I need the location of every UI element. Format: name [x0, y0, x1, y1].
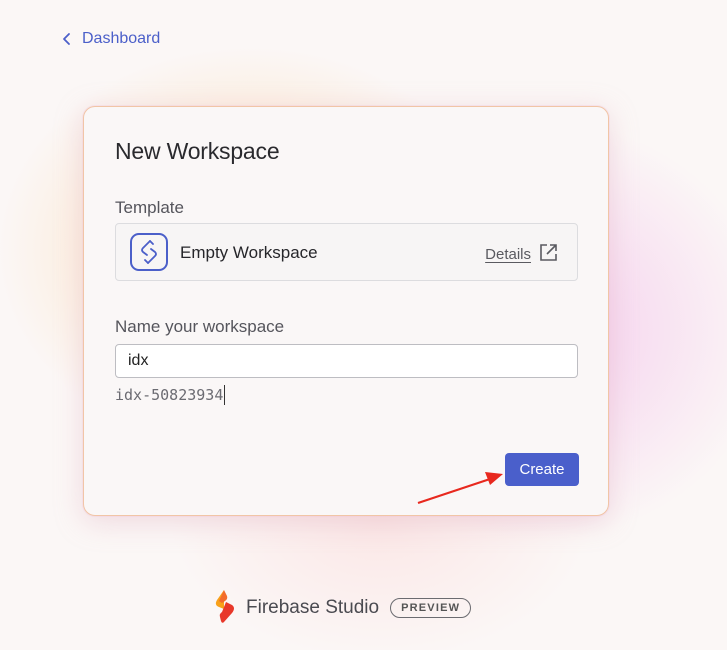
template-card: Empty Workspace Details: [115, 223, 578, 281]
details-link-label: Details: [485, 246, 531, 263]
workspace-name-input[interactable]: [115, 344, 578, 378]
chevron-left-icon: [62, 32, 72, 46]
workspace-id-value: idx-50823934: [115, 386, 224, 404]
details-link[interactable]: Details: [485, 243, 558, 266]
dialog-title: New Workspace: [115, 138, 280, 164]
external-link-icon: [539, 243, 558, 266]
footer-brand-name: Firebase Studio: [246, 597, 380, 618]
dashboard-link-label: Dashboard: [82, 30, 161, 47]
dashboard-back-link[interactable]: Dashboard: [62, 30, 160, 48]
text-caret: [224, 385, 226, 405]
new-workspace-dialog: New Workspace Template Empty Workspace D…: [83, 106, 609, 516]
footer-branding: Firebase Studio PREVIEW: [212, 588, 472, 629]
workspace-name-label: Name your workspace: [115, 317, 285, 336]
create-button[interactable]: Create: [505, 453, 579, 486]
template-name: Empty Workspace: [180, 243, 318, 262]
template-label: Template: [115, 198, 184, 217]
template-logo-icon: [130, 233, 168, 271]
workspace-id-field[interactable]: idx-50823934: [115, 385, 226, 405]
preview-badge: PREVIEW: [390, 598, 472, 618]
firebase-logo-icon: [212, 588, 238, 629]
